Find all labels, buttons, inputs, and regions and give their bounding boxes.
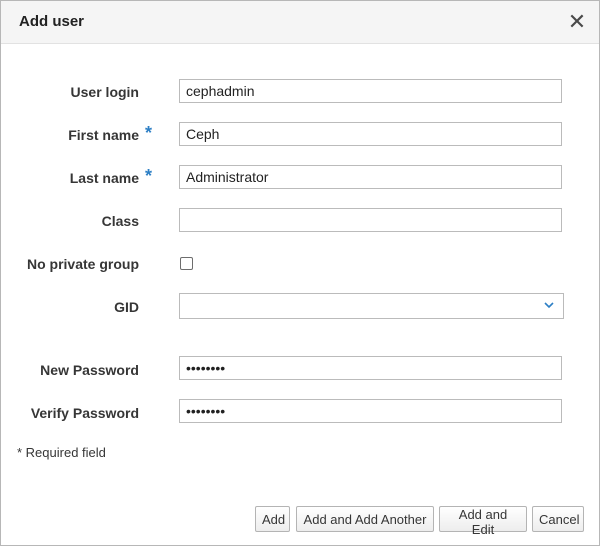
user-login-input[interactable] [179,79,562,103]
last-name-label: Last name [69,170,139,186]
required-field-note: * Required field [17,445,106,460]
chevron-down-icon [544,302,554,309]
cancel-button[interactable]: Cancel [532,506,584,532]
class-input[interactable] [179,208,562,232]
verify-password-input[interactable] [179,399,562,423]
class-label: Class [101,213,139,229]
add-button[interactable]: Add [255,506,290,532]
first-name-label: First name [68,127,139,143]
user-login-label: User login [70,84,139,100]
verify-password-label: Verify Password [30,405,139,421]
new-password-label: New Password [40,362,139,378]
first-name-input[interactable] [179,122,562,146]
dialog-header: Add user ✕ [1,1,599,44]
gid-select[interactable] [179,293,564,319]
add-and-add-another-button[interactable]: Add and Add Another [296,506,434,532]
add-user-dialog: Add user ✕ User login First name * Last … [0,0,600,546]
add-and-edit-button[interactable]: Add and Edit [439,506,527,537]
no-private-group-label: No private group [26,256,139,272]
new-password-input[interactable] [179,356,562,380]
first-name-required-marker: * [145,123,153,143]
gid-label: GID [114,299,139,315]
last-name-required-marker: * [145,166,153,186]
no-private-group-checkbox[interactable] [180,257,193,270]
close-icon[interactable]: ✕ [567,11,587,33]
last-name-input[interactable] [179,165,562,189]
dialog-title: Add user [19,13,85,30]
